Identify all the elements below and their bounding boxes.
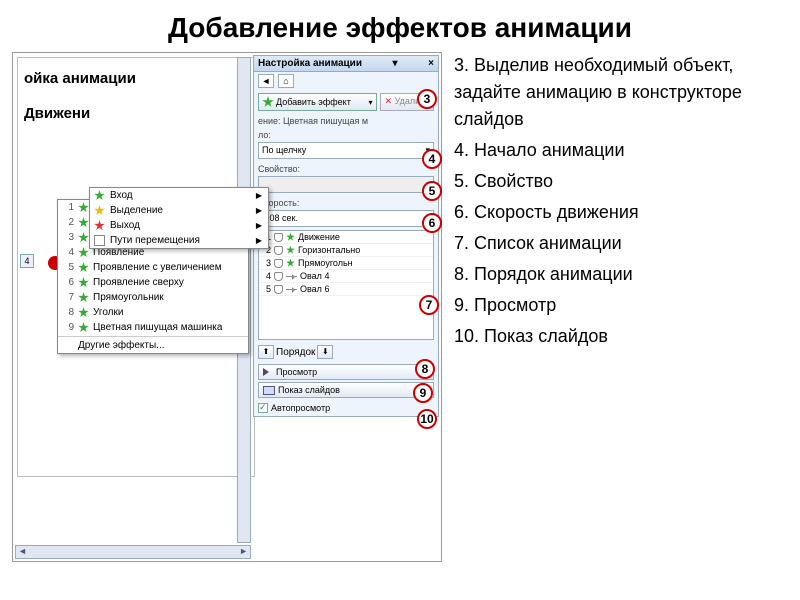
star-icon [78, 307, 89, 318]
instruction-line: 9. Просмотр [454, 292, 788, 319]
effect-type-menu: Вход▶ Выделение▶ Выход▶ Пути перемещения… [89, 187, 269, 249]
star-icon [78, 202, 89, 213]
instructions: 3. Выделив необходимый объект, задайте а… [442, 52, 788, 562]
instruction-line: 4. Начало анимации [454, 137, 788, 164]
submenu-item[interactable]: 7Прямоугольник [58, 290, 248, 305]
star-icon [78, 277, 89, 288]
mouse-icon [274, 233, 283, 242]
list-item[interactable]: 1Движение [259, 231, 433, 244]
close-icon[interactable]: × [428, 58, 434, 69]
list-item[interactable]: 5Овал 6 [259, 283, 433, 296]
instruction-line: 3. Выделив необходимый объект, задайте а… [454, 52, 788, 133]
reorder-down-button[interactable]: ⬇ [317, 345, 333, 359]
menu-exit[interactable]: Выход▶ [90, 218, 268, 233]
star-icon [78, 322, 89, 333]
home-button[interactable]: ⌂ [278, 74, 294, 88]
star-icon [78, 232, 89, 243]
path-icon [94, 235, 105, 246]
dropdown-arrow-icon[interactable]: ▾ [393, 58, 398, 69]
mouse-icon [274, 246, 283, 255]
submenu-more[interactable]: Другие эффекты... [58, 338, 248, 353]
star-icon [94, 190, 105, 201]
preview-button[interactable]: Просмотр [258, 364, 434, 380]
star-icon [78, 217, 89, 228]
list-item[interactable]: 4Овал 4 [259, 270, 433, 283]
instruction-line: 7. Список анимации [454, 230, 788, 257]
instruction-line: 5. Свойство [454, 168, 788, 195]
star-icon [94, 220, 105, 231]
checkbox-icon[interactable] [258, 403, 268, 413]
star-icon [78, 292, 89, 303]
change-label: ение: Цветная пишущая м [254, 114, 438, 128]
mouse-icon [274, 272, 283, 281]
callout-8: 8 [415, 359, 435, 379]
list-item[interactable]: 2Горизонтально [259, 244, 433, 257]
callout-3: 3 [417, 89, 437, 109]
pane-header: Настройка анимации ▾ × [254, 56, 438, 72]
screenshot-panel: ойка анимации Движени 4 1Вылет 2Жалюзи 3… [12, 52, 442, 562]
start-label: ло: [254, 128, 438, 142]
instruction-line: 10. Показ слайдов [454, 323, 788, 350]
autoprev-row[interactable]: Автопросмотр [254, 400, 438, 416]
reorder-up-button[interactable]: ⬆ [258, 345, 274, 359]
callout-4: 4 [422, 149, 442, 169]
menu-emphasis[interactable]: Выделение▶ [90, 203, 268, 218]
star-icon [286, 246, 295, 255]
submenu-item[interactable]: 6Проявление сверху [58, 275, 248, 290]
speed-combo[interactable]: 0,08 сек.▾ [258, 210, 434, 227]
reorder-label: Порядок [276, 347, 315, 358]
star-icon [286, 259, 295, 268]
slideshow-button[interactable]: Показ слайдов [258, 382, 434, 398]
mouse-icon [274, 285, 283, 294]
menu-motion-paths[interactable]: Пути перемещения▶ [90, 233, 268, 248]
star-icon [286, 233, 295, 242]
submenu-item[interactable]: 5Проявление с увеличением [58, 260, 248, 275]
list-item[interactable]: 3Прямоугольн [259, 257, 433, 270]
submenu-item[interactable]: 8Уголки [58, 305, 248, 320]
speed-label: Скорость: [254, 196, 438, 210]
anim-step-tag: 4 [20, 254, 34, 268]
back-button[interactable]: ◄ [258, 74, 274, 88]
callout-7: 7 [419, 295, 439, 315]
callout-5: 5 [422, 181, 442, 201]
animation-list[interactable]: 1Движение 2Горизонтально 3Прямоугольн 4О… [258, 230, 434, 340]
star-icon [262, 96, 274, 108]
callout-9: 9 [413, 383, 433, 403]
instruction-line: 8. Порядок анимации [454, 261, 788, 288]
callout-6: 6 [422, 213, 442, 233]
start-combo[interactable]: По щелчку▾ [258, 142, 434, 159]
play-icon [263, 368, 273, 376]
callout-10: 10 [417, 409, 437, 429]
screen-icon [263, 386, 275, 395]
star-icon [78, 262, 89, 273]
instruction-line: 6. Скорость движения [454, 199, 788, 226]
menu-entrance[interactable]: Вход▶ [90, 188, 268, 203]
horizontal-scrollbar[interactable] [15, 545, 251, 559]
animation-pane: Настройка анимации ▾ × ◄ ⌂ Добавить эффе… [253, 55, 439, 417]
slide-text-1: ойка анимации [24, 70, 248, 87]
slide-text-2: Движени [24, 105, 248, 122]
page-title: Добавление эффектов анимации [0, 0, 800, 52]
property-combo: ▾ [258, 176, 434, 193]
property-label: Свойство: [254, 162, 438, 176]
star-icon [78, 247, 89, 258]
submenu-item[interactable]: 9Цветная пишущая машинка [58, 320, 248, 335]
mouse-icon [274, 259, 283, 268]
add-effect-button[interactable]: Добавить эффект▾ [258, 93, 377, 111]
star-icon [94, 205, 105, 216]
line-icon [286, 276, 297, 277]
line-icon [286, 289, 297, 290]
